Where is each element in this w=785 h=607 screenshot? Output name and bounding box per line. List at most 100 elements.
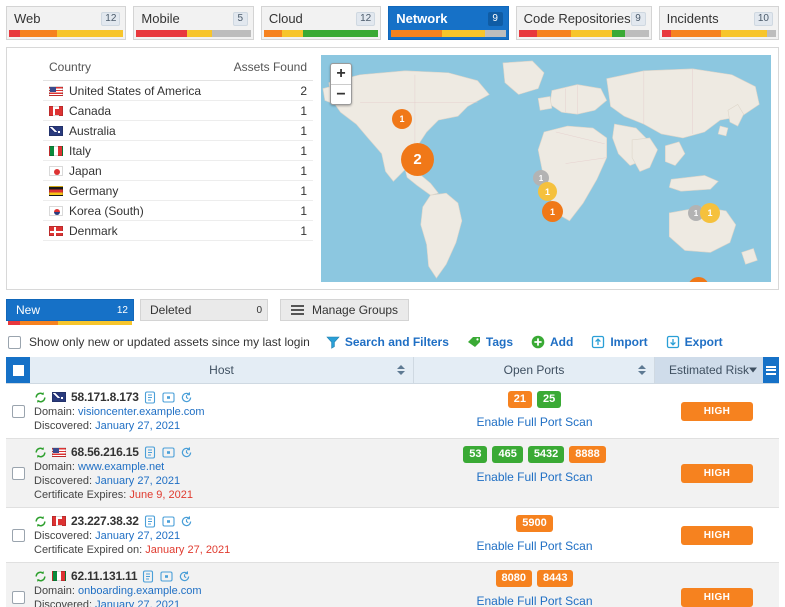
risk-badge[interactable]: HIGH xyxy=(681,402,753,421)
hamburger-icon xyxy=(766,366,776,375)
country-row[interactable]: Italy 1 xyxy=(43,141,313,161)
table-row[interactable]: 58.171.8.173 Domain: visioncenter.exampl… xyxy=(6,384,779,439)
discovered-label: Discovered: xyxy=(34,530,92,542)
row-select-cell[interactable] xyxy=(6,563,30,607)
refresh-icon[interactable] xyxy=(34,570,47,583)
open-port-badge[interactable]: 8080 xyxy=(496,570,532,587)
map-zoom-out-button[interactable]: − xyxy=(331,84,351,104)
map-cluster-marker[interactable]: 1 xyxy=(538,182,557,201)
open-port-badge[interactable]: 8888 xyxy=(569,446,605,463)
world-map[interactable]: + − 12111111 xyxy=(321,55,771,282)
host-domain: Domain: www.example.net xyxy=(34,461,410,473)
screenshot-icon[interactable] xyxy=(160,570,173,583)
asset-state-tab-new[interactable]: New 12 xyxy=(6,299,134,321)
domain-value[interactable]: www.example.net xyxy=(78,461,164,473)
screenshot-icon[interactable] xyxy=(162,515,175,528)
chevron-down-icon[interactable] xyxy=(749,368,757,373)
enable-full-port-scan-link[interactable]: Enable Full Port Scan xyxy=(418,539,651,553)
manage-groups-button[interactable]: Manage Groups xyxy=(280,299,409,321)
open-port-badge[interactable]: 8443 xyxy=(537,570,573,587)
risk-badge[interactable]: HIGH xyxy=(681,526,753,545)
open-port-badge[interactable]: 21 xyxy=(508,391,532,408)
host-ip[interactable]: 23.227.38.32 xyxy=(71,514,139,528)
country-row[interactable]: Germany 1 xyxy=(43,181,313,201)
history-clock-icon[interactable] xyxy=(180,515,193,528)
export-button[interactable]: Export xyxy=(666,335,723,349)
category-tab-incidents[interactable]: Incidents 10 xyxy=(659,6,779,40)
country-name: Germany xyxy=(69,184,118,198)
open-port-badge[interactable]: 25 xyxy=(537,391,561,408)
category-tab-code-repositories[interactable]: Code Repositories 9 xyxy=(516,6,652,40)
map-cluster-marker[interactable]: 2 xyxy=(401,143,434,176)
category-tab-mobile[interactable]: Mobile 5 xyxy=(133,6,253,40)
row-checkbox[interactable] xyxy=(12,529,25,542)
history-clock-icon[interactable] xyxy=(180,446,193,459)
row-checkbox[interactable] xyxy=(12,467,25,480)
page-icon[interactable] xyxy=(144,391,157,404)
open-ports-column-header[interactable]: Open Ports xyxy=(414,357,655,383)
category-tab-network[interactable]: Network 9 xyxy=(388,6,508,40)
history-clock-icon[interactable] xyxy=(180,391,193,404)
category-tab-web[interactable]: Web 12 xyxy=(6,6,126,40)
row-select-cell[interactable] xyxy=(6,384,30,438)
map-cluster-marker[interactable]: 1 xyxy=(700,203,720,223)
country-row[interactable]: Australia 1 xyxy=(43,121,313,141)
page-icon[interactable] xyxy=(142,570,155,583)
open-port-badge[interactable]: 5900 xyxy=(516,515,552,532)
row-select-cell[interactable] xyxy=(6,508,30,562)
search-and-filters-button[interactable]: Search and Filters xyxy=(326,335,449,349)
screenshot-icon[interactable] xyxy=(162,391,175,404)
map-cluster-marker[interactable]: 1 xyxy=(542,201,563,222)
asset-state-tab-deleted[interactable]: Deleted 0 xyxy=(140,299,268,321)
row-checkbox[interactable] xyxy=(12,591,25,604)
import-button[interactable]: Import xyxy=(591,335,647,349)
open-port-badge[interactable]: 53 xyxy=(463,446,487,463)
refresh-icon[interactable] xyxy=(34,391,47,404)
open-port-badge[interactable]: 5432 xyxy=(528,446,564,463)
refresh-icon[interactable] xyxy=(34,515,47,528)
add-button[interactable]: Add xyxy=(531,335,573,349)
enable-full-port-scan-link[interactable]: Enable Full Port Scan xyxy=(418,594,651,607)
domain-value[interactable]: visioncenter.example.com xyxy=(78,406,205,418)
host-cell: 58.171.8.173 Domain: visioncenter.exampl… xyxy=(30,384,414,438)
host-ip[interactable]: 62.11.131.11 xyxy=(71,569,137,583)
open-ports-list: 8080 8443 xyxy=(418,570,651,587)
page-icon[interactable] xyxy=(144,515,157,528)
host-column-header[interactable]: Host xyxy=(30,357,414,383)
screenshot-icon[interactable] xyxy=(162,446,175,459)
select-all-checkbox[interactable] xyxy=(6,357,30,383)
risk-badge[interactable]: HIGH xyxy=(681,588,753,607)
history-clock-icon[interactable] xyxy=(178,570,191,583)
country-row[interactable]: Denmark 1 xyxy=(43,221,313,241)
host-ip[interactable]: 68.56.216.15 xyxy=(71,445,139,459)
row-select-cell[interactable] xyxy=(6,439,30,507)
estimated-risk-column-header[interactable]: Estimated Risk xyxy=(655,357,763,383)
map-zoom-controls[interactable]: + − xyxy=(330,63,352,105)
row-checkbox[interactable] xyxy=(12,405,25,418)
table-row[interactable]: 68.56.216.15 Domain: www.example.net Dis… xyxy=(6,439,779,508)
country-row[interactable]: Japan 1 xyxy=(43,161,313,181)
enable-full-port-scan-link[interactable]: Enable Full Port Scan xyxy=(418,415,651,429)
host-sort-toggle[interactable] xyxy=(397,365,405,375)
risk-badge[interactable]: HIGH xyxy=(681,464,753,483)
tags-label: Tags xyxy=(486,335,513,349)
country-row[interactable]: Canada 1 xyxy=(43,101,313,121)
table-row[interactable]: 23.227.38.32 Discovered: January 27, 202… xyxy=(6,508,779,563)
open-ports-sort-toggle[interactable] xyxy=(638,365,646,375)
page-icon[interactable] xyxy=(144,446,157,459)
tags-button[interactable]: Tags xyxy=(467,335,513,349)
column-options-button[interactable] xyxy=(763,357,779,383)
map-cluster-marker[interactable]: 1 xyxy=(392,109,412,129)
refresh-icon[interactable] xyxy=(34,446,47,459)
country-column-header: Country xyxy=(49,60,91,74)
enable-full-port-scan-link[interactable]: Enable Full Port Scan xyxy=(418,470,651,484)
country-row[interactable]: Korea (South) 1 xyxy=(43,201,313,221)
category-tab-cloud[interactable]: Cloud 12 xyxy=(261,6,381,40)
map-zoom-in-button[interactable]: + xyxy=(331,64,351,84)
table-row[interactable]: 62.11.131.11 Domain: onboarding.example.… xyxy=(6,563,779,607)
country-row[interactable]: United States of America 2 xyxy=(43,81,313,101)
host-ip[interactable]: 58.171.8.173 xyxy=(71,390,139,404)
domain-value[interactable]: onboarding.example.com xyxy=(78,585,202,597)
open-port-badge[interactable]: 465 xyxy=(492,446,522,463)
show-only-new-checkbox[interactable] xyxy=(8,336,21,349)
